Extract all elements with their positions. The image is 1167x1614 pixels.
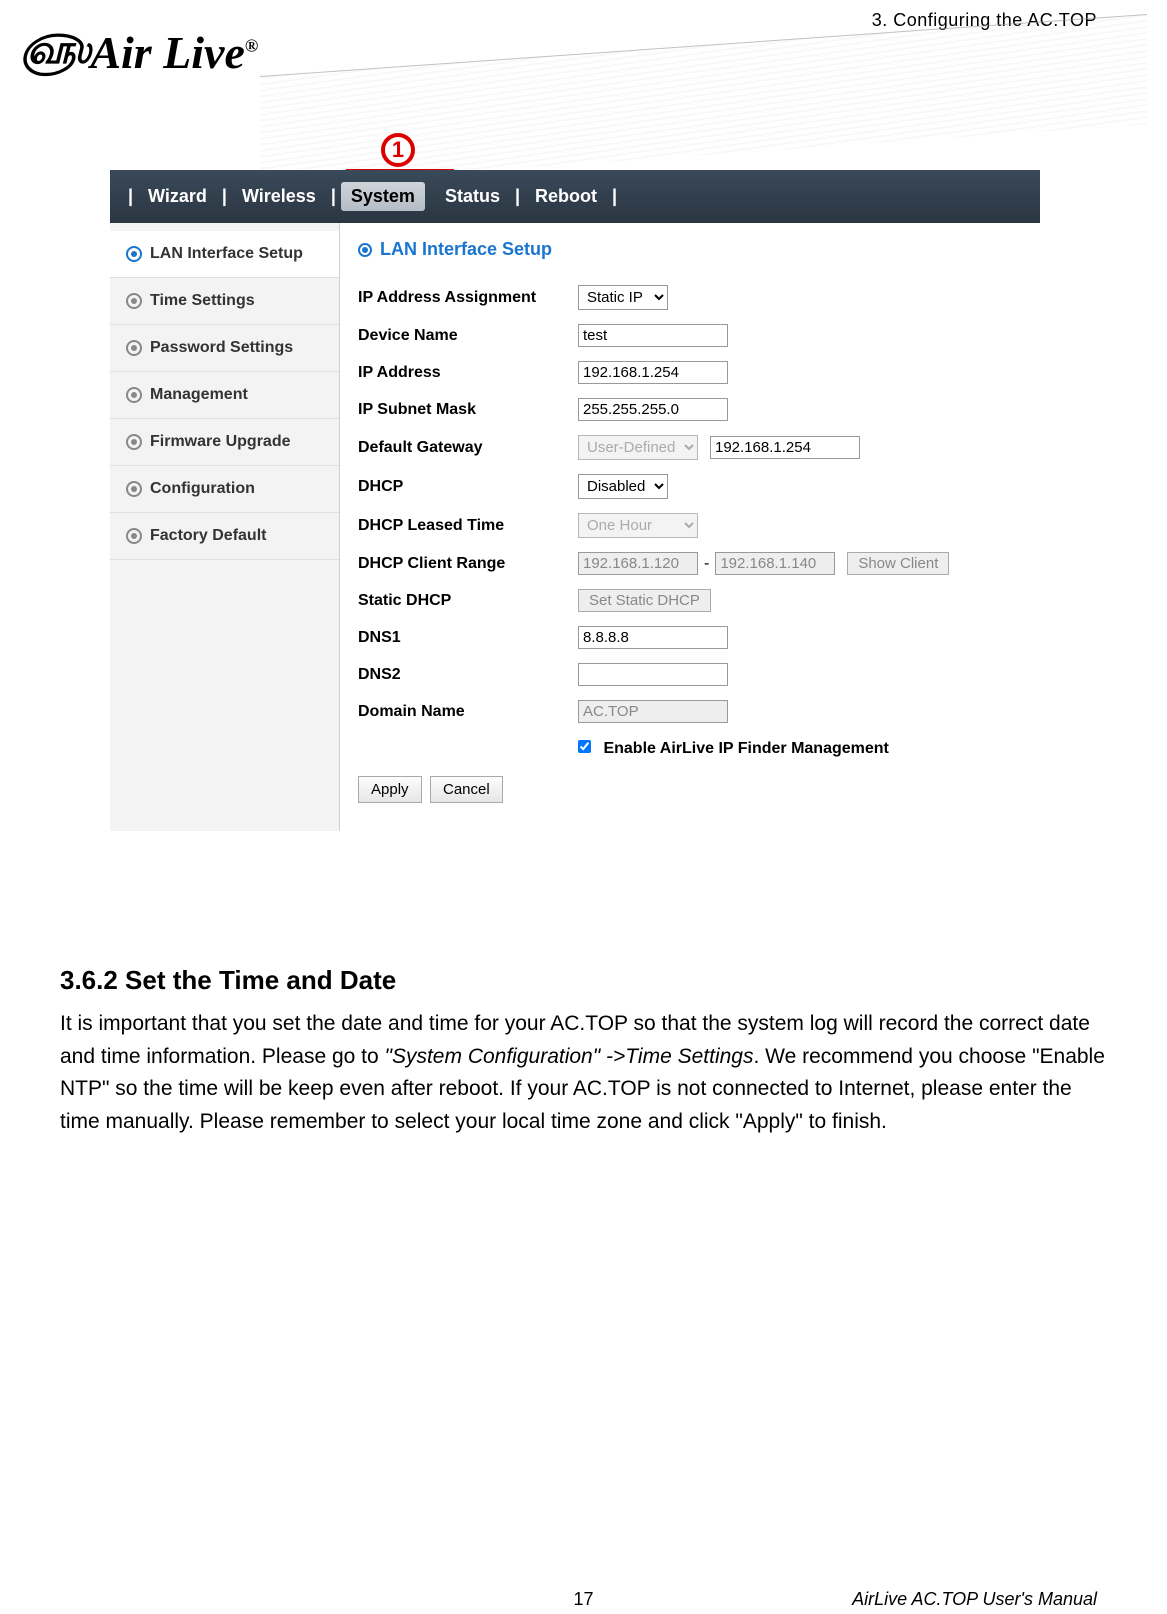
domain-input [578, 700, 728, 723]
sidebar-item-factory[interactable]: Factory Default [110, 513, 339, 560]
device-name-label: Device Name [358, 327, 578, 345]
subnet-input[interactable] [578, 398, 728, 421]
gateway-input[interactable] [710, 436, 860, 459]
section-title: LAN Interface Setup [358, 239, 1022, 260]
router-ui-screenshot: | Wizard | Wireless | System Status | Re… [110, 170, 1040, 831]
dhcp-select[interactable]: Disabled [578, 474, 668, 499]
ip-assignment-label: IP Address Assignment [358, 289, 578, 307]
sidebar-item-time[interactable]: Time Settings [110, 278, 339, 325]
show-client-button: Show Client [847, 552, 949, 575]
top-navbar: | Wizard | Wireless | System Status | Re… [110, 170, 1040, 223]
sidebar-item-management[interactable]: Management [110, 372, 339, 419]
dns2-label: DNS2 [358, 666, 578, 684]
nav-reboot[interactable]: Reboot [525, 182, 607, 211]
device-name-input[interactable] [578, 324, 728, 347]
ipfinder-label: Enable AirLive IP Finder Management [603, 740, 888, 757]
radio-icon [126, 434, 142, 450]
ipfinder-checkbox[interactable] [578, 740, 591, 753]
sidebar-item-config[interactable]: Configuration [110, 466, 339, 513]
subnet-label: IP Subnet Mask [358, 401, 578, 419]
dns1-label: DNS1 [358, 629, 578, 647]
article-heading: 3.6.2 Set the Time and Date [60, 960, 1107, 1000]
sidebar-item-password[interactable]: Password Settings [110, 325, 339, 372]
sidebar-item-firmware[interactable]: Firmware Upgrade [110, 419, 339, 466]
dhcp-lease-label: DHCP Leased Time [358, 517, 578, 535]
radio-icon [358, 243, 372, 257]
apply-button[interactable]: Apply [358, 776, 422, 803]
dhcp-label: DHCP [358, 478, 578, 496]
chapter-header: 3. Configuring the AC.TOP [872, 10, 1097, 31]
ip-address-input[interactable] [578, 361, 728, 384]
radio-icon [126, 340, 142, 356]
cancel-button[interactable]: Cancel [430, 776, 503, 803]
ip-address-label: IP Address [358, 364, 578, 382]
dns2-input[interactable] [578, 663, 728, 686]
dhcp-range-from [578, 552, 698, 575]
nav-wireless[interactable]: Wireless [232, 182, 326, 211]
gateway-label: Default Gateway [358, 439, 578, 457]
book-title: AirLive AC.TOP User's Manual [852, 1589, 1097, 1610]
sidebar-item-lan[interactable]: LAN Interface Setup [110, 231, 339, 278]
dhcp-range-separator: - [704, 555, 709, 573]
dhcp-range-to [715, 552, 835, 575]
radio-icon [126, 246, 142, 262]
radio-icon [126, 293, 142, 309]
callout-1: 1 [381, 133, 415, 167]
radio-icon [126, 387, 142, 403]
main-panel: LAN Interface Setup IP Address Assignmen… [340, 223, 1040, 831]
dhcp-range-label: DHCP Client Range [358, 555, 578, 573]
radio-icon [126, 528, 142, 544]
domain-label: Domain Name [358, 703, 578, 721]
set-static-dhcp-button: Set Static DHCP [578, 589, 711, 612]
nav-system[interactable]: System [341, 182, 425, 211]
dns1-input[interactable] [578, 626, 728, 649]
article-text: 3.6.2 Set the Time and Date It is import… [60, 960, 1107, 1138]
radio-icon [126, 481, 142, 497]
static-dhcp-label: Static DHCP [358, 592, 578, 610]
ip-assignment-select[interactable]: Static IP [578, 285, 668, 310]
nav-wizard[interactable]: Wizard [138, 182, 217, 211]
gateway-mode-select: User-Defined [578, 435, 698, 460]
nav-status[interactable]: Status [435, 182, 510, 211]
page-number: 17 [573, 1589, 593, 1610]
brand-logo: ௵Air Live® [20, 30, 258, 76]
dhcp-lease-select: One Hour [578, 513, 698, 538]
sidebar: LAN Interface Setup Time Settings Passwo… [110, 223, 340, 831]
